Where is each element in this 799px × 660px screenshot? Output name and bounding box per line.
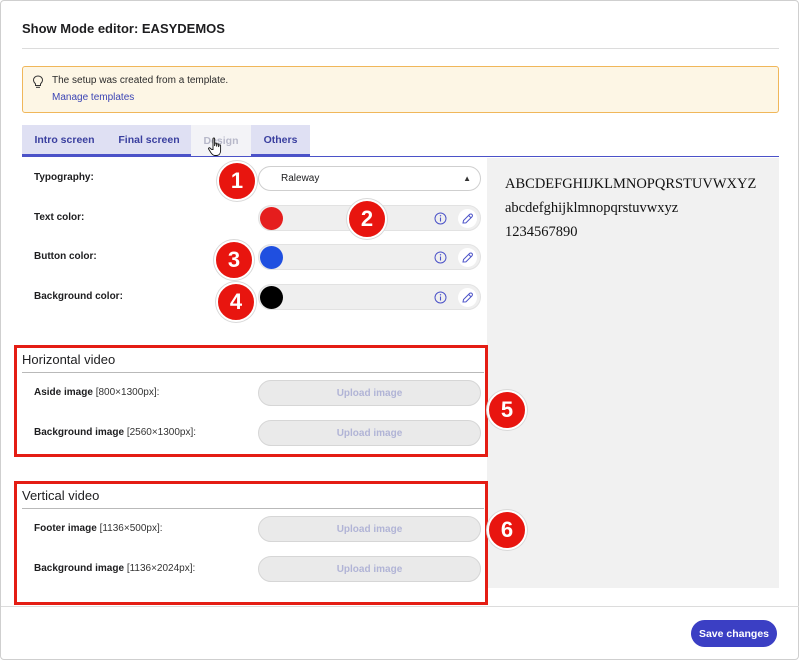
background-color-swatch[interactable] [260, 286, 283, 309]
manage-templates-link[interactable]: Manage templates [52, 92, 134, 103]
info-icon[interactable] [431, 209, 450, 228]
vertical-background-upload-button[interactable]: Upload image [258, 556, 481, 582]
vertical-background-image-label: Background image [1136×2024px]: [34, 563, 195, 574]
background-color-label: Background color: [34, 291, 123, 302]
preview-digits: 1234567890 [505, 224, 578, 240]
horizontal-background-image-size: [2560×1300px]: [126, 427, 197, 438]
tab-final-screen[interactable]: Final screen [107, 125, 191, 157]
aside-image-label: Aside image [800×1300px]: [34, 387, 159, 398]
aside-image-size: [800×1300px]: [95, 387, 160, 398]
footer-image-size: [1136×500px]: [99, 523, 163, 534]
text-color-swatch[interactable] [260, 207, 283, 230]
eyedropper-icon[interactable] [458, 288, 477, 307]
eyedropper-icon[interactable] [458, 248, 477, 267]
notice-message: The setup was created from a template. [52, 75, 229, 86]
footer-image-upload-button[interactable]: Upload image [258, 516, 481, 542]
tabs-divider [22, 156, 779, 157]
horizontal-video-title: Horizontal video [22, 352, 116, 367]
button-color-field[interactable] [258, 244, 481, 270]
lightbulb-icon [32, 75, 44, 88]
text-color-label: Text color: [34, 212, 85, 223]
annotation-badge-4: 4 [216, 282, 256, 322]
horizontal-background-upload-button[interactable]: Upload image [258, 420, 481, 446]
aside-image-label-text: Aside image [34, 387, 93, 398]
footer-image-label: Footer image [1136×500px]: [34, 523, 163, 534]
select-arrows-icon: ▲ [463, 174, 471, 183]
vertical-video-divider [22, 508, 484, 509]
annotation-badge-6: 6 [487, 510, 527, 550]
info-icon[interactable] [431, 248, 450, 267]
typography-label: Typography: [34, 172, 94, 183]
annotation-badge-2: 2 [347, 199, 387, 239]
footer-divider [1, 606, 799, 607]
annotation-badge-1: 1 [217, 161, 257, 201]
horizontal-background-image-label-text: Background image [34, 427, 125, 438]
footer-image-label-text: Footer image [34, 523, 97, 534]
annotation-badge-5: 5 [487, 390, 527, 430]
typography-value: Raleway [281, 173, 320, 184]
tab-intro-screen[interactable]: Intro screen [22, 125, 107, 157]
hand-cursor-icon [208, 137, 222, 156]
info-icon[interactable] [431, 288, 450, 307]
background-color-field[interactable] [258, 284, 481, 310]
eyedropper-icon[interactable] [458, 209, 477, 228]
button-color-swatch[interactable] [260, 246, 283, 269]
aside-image-upload-button[interactable]: Upload image [258, 380, 481, 406]
vertical-background-image-label-text: Background image [34, 563, 125, 574]
horizontal-background-image-label: Background image [2560×1300px]: [34, 427, 196, 438]
preview-lowercase: abcdefghijklmnopqrstuvwxyz [505, 200, 679, 216]
tab-others[interactable]: Others [251, 125, 310, 157]
annotation-badge-3: 3 [214, 240, 254, 280]
template-notice: The setup was created from a template. M… [22, 66, 779, 113]
typography-select[interactable]: Raleway ▲ [258, 166, 481, 191]
horizontal-video-divider [22, 372, 484, 373]
button-color-label: Button color: [34, 251, 97, 262]
show-mode-editor-dialog: Show Mode editor: EASYDEMOS The setup wa… [0, 0, 799, 660]
preview-uppercase: ABCDEFGHIJKLMNOPQRSTUVWXYZ [505, 176, 757, 192]
save-changes-button[interactable]: Save changes [691, 620, 777, 647]
title-divider [22, 48, 779, 49]
dialog-title: Show Mode editor: EASYDEMOS [22, 21, 225, 36]
font-preview-panel: ABCDEFGHIJKLMNOPQRSTUVWXYZ abcdefghijklm… [487, 158, 779, 588]
vertical-background-image-size: [1136×2024px]: [126, 563, 196, 574]
vertical-video-title: Vertical video [22, 488, 100, 503]
